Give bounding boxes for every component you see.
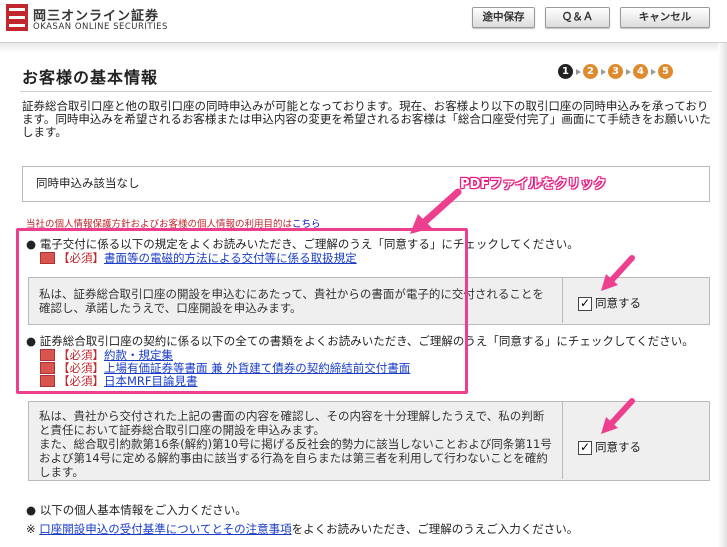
agree-label-2: 同意する (595, 440, 641, 454)
page-shadow (718, 43, 727, 547)
save-draft-button[interactable]: 途中保存 (472, 7, 535, 28)
annotation-label: PDFファイルをクリック (460, 177, 607, 192)
intro-text: 証券総合取引口座と他の取引口座の同時申込みが可能となっております。現在、お客様よ… (22, 99, 711, 139)
confirm-divider (562, 277, 563, 323)
checkbox-checked-icon[interactable]: ✓ (578, 440, 592, 455)
step-1: 1 (558, 64, 573, 79)
step-3: 3 (608, 64, 623, 79)
confirm-divider (562, 401, 563, 479)
logo-subtext: OKASAN ONLINE SECURITIES (33, 22, 168, 32)
step-indicator: 12345 (558, 64, 673, 82)
step-2: 2 (583, 64, 598, 79)
step-5: 5 (658, 64, 673, 79)
footer-instruction-text: 以下の個人基本情報をご入力ください。 (39, 503, 247, 517)
cancel-button[interactable]: キャンセル (620, 7, 710, 28)
step-arrow-icon (576, 68, 581, 75)
agree-label-1: 同意する (595, 296, 641, 310)
pointer-arrow-icon (601, 398, 635, 434)
step-arrow-icon (601, 68, 606, 75)
header-divider (0, 42, 727, 53)
qa-button[interactable]: Ｑ＆Ａ (545, 7, 610, 28)
confirm-text-2a: 私は、貴社から交付された上記の書面の内容を確認し、その内容を十分理解したうえで、… (39, 409, 545, 437)
highlight-frame (16, 228, 468, 394)
step-4: 4 (633, 64, 648, 79)
footer-note: ※ 口座開設申込の受付基準についてとその注意事項をよくお読みいただき、ご理解のう… (26, 522, 716, 536)
concurrent-application-status: 同時申込み該当なし (36, 176, 140, 190)
checkbox-checked-icon[interactable]: ✓ (578, 296, 592, 311)
agree-checkbox-1[interactable]: ✓ 同意する (578, 295, 641, 311)
note-mark: ※ (26, 522, 36, 536)
agree-checkbox-2[interactable]: ✓ 同意する (578, 439, 641, 455)
footer-instruction: ● 以下の個人基本情報をご入力ください。 (26, 503, 247, 517)
title-divider (20, 91, 712, 92)
step-arrow-icon (626, 68, 631, 75)
acceptance-criteria-link[interactable]: 口座開設申込の受付基準についてとその注意事項 (39, 522, 291, 536)
footer-note-text: をよくお読みいただき、ご理解のうえご入力ください。 (291, 522, 579, 536)
okasan-logo-icon (6, 4, 28, 31)
pointer-arrow-icon (601, 255, 635, 291)
page-title: お客様の基本情報 (22, 68, 159, 87)
step-arrow-icon (651, 68, 656, 75)
confirm-text-2b: また、総合取引約款第16条(解約)第10号に掲げる反社会的勢力に該当しないことお… (39, 437, 552, 479)
